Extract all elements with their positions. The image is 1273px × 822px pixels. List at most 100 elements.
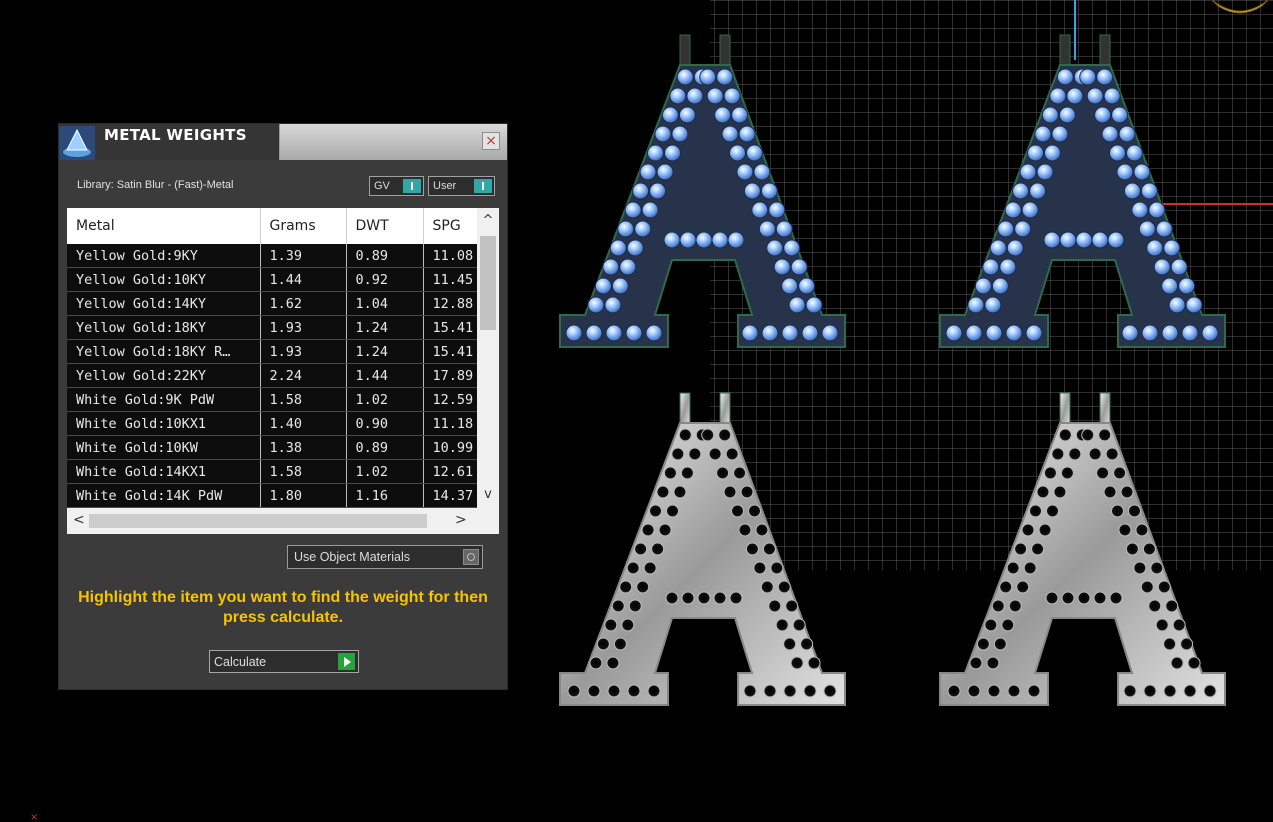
cell-dwt: 1.02 [346,387,424,412]
table-row[interactable]: Yellow Gold:22KY 2.24 1.44 17.89 [67,363,478,388]
stone-seat [647,684,661,698]
diamond-stone [999,258,1017,276]
diamond-stone [1125,144,1143,162]
stone-seat [1203,684,1217,698]
stone-seat [628,599,642,613]
stone-seat [723,485,737,499]
use-object-materials-option[interactable]: Use Object Materials [287,545,483,569]
diamond-stone [1148,201,1166,219]
stone-seat [587,684,601,698]
stone-seat [993,637,1007,651]
vertical-scroll-thumb[interactable] [480,236,496,330]
stone-seat [606,656,620,670]
column-header-spg[interactable]: SPG [423,208,478,244]
stone-seat [701,428,715,442]
panel-titlebar[interactable]: METAL WEIGHTS × [59,124,507,160]
stone-seat [611,599,625,613]
gv-toggle[interactable]: GV [369,176,424,196]
diamond-stone [1066,87,1084,105]
stone-seat [1014,542,1028,556]
stone-seat [762,542,776,556]
cell-dwt: 0.89 [346,435,424,460]
stone-seat [1125,542,1139,556]
cell-spg: 11.08 [423,244,478,268]
horizontal-scroll-thumb[interactable] [89,514,427,528]
diamond-stone [647,144,665,162]
use-object-materials-label: Use Object Materials [294,550,411,564]
stone-seat [770,561,784,575]
cell-spg: 17.89 [423,363,478,388]
diamond-stone [716,68,734,86]
stone-seat [1180,637,1194,651]
table-row[interactable]: Yellow Gold:9KY 1.39 0.89 11.08 [67,244,478,268]
column-header-grams[interactable]: Grams [260,208,347,244]
stone-seat [1143,684,1157,698]
cell-dwt: 0.90 [346,411,424,436]
table-row[interactable]: Yellow Gold:18KY R… 1.93 1.24 15.41 [67,339,478,364]
table-row[interactable]: White Gold:10KX1 1.40 0.90 11.18 [67,411,478,436]
stone-seat [651,542,665,556]
stone-seat [987,684,1001,698]
scroll-up-icon[interactable]: ^ [481,214,495,228]
cell-spg: 14.37 [423,483,478,508]
stone-seat [665,591,679,605]
stone-seat [1023,561,1037,575]
table-row[interactable]: White Gold:14K PdW 1.80 1.16 14.37 [67,483,478,508]
cell-grams: 1.44 [260,267,347,292]
cell-grams: 1.39 [260,244,347,268]
stone-seat [673,485,687,499]
diamond-stone [656,163,674,181]
table-row[interactable]: Yellow Gold:14KY 1.62 1.04 12.88 [67,291,478,316]
stone-seat [803,684,817,698]
diamond-stone [671,125,689,143]
stone-seat [671,447,685,461]
cell-metal: Yellow Gold:22KY [67,363,261,388]
stone-seat [969,656,983,670]
stone-seat [1096,466,1110,480]
diamond-stone [1044,144,1062,162]
table-row[interactable]: Yellow Gold:10KY 1.44 0.92 11.45 [67,267,478,292]
stone-seat [760,580,774,594]
diamond-stone [1029,182,1047,200]
cell-metal: White Gold:10KX1 [67,411,261,436]
toggle-switch-icon [474,179,492,193]
cell-metal: Yellow Gold:10KY [67,267,261,292]
table-row[interactable]: Yellow Gold:18KY 1.93 1.24 15.41 [67,315,478,340]
vertical-scrollbar[interactable]: ^ v [477,208,499,508]
diamond-stone [753,163,771,181]
stone-seat [1058,428,1072,442]
stone-seat [626,561,640,575]
diamond-stone [974,277,992,295]
table-row[interactable]: White Gold:10KW 1.38 0.89 10.99 [67,435,478,460]
calculate-button[interactable]: Calculate [209,650,359,673]
user-toggle[interactable]: User [428,176,495,196]
stone-seat [740,485,754,499]
column-header-metal[interactable]: Metal [67,208,261,244]
diamond-stone [761,324,779,342]
scroll-down-icon[interactable]: v [481,488,495,502]
diamond-stone [741,324,759,342]
diamond-stone [783,239,801,257]
cell-grams: 1.93 [260,315,347,340]
scroll-left-icon[interactable]: < [73,512,85,528]
bail-prong [1099,34,1111,68]
diamond-stone [1201,324,1219,342]
stone-seat [1142,542,1156,556]
scroll-right-icon[interactable]: > [455,512,467,528]
stone-seat [688,447,702,461]
close-button[interactable]: × [482,132,500,150]
stone-seat [1093,591,1107,605]
diamond-stone [669,87,687,105]
radio-icon[interactable] [463,549,479,565]
stone-seat [1113,466,1127,480]
horizontal-scrollbar[interactable]: < > [67,508,499,534]
diamond-stone [706,87,724,105]
cell-grams: 1.93 [260,339,347,364]
cell-dwt: 0.89 [346,244,424,268]
table-row[interactable]: White Gold:14KX1 1.58 1.02 12.61 [67,459,478,484]
diamond-stone [1178,277,1196,295]
stone-seat [1053,485,1067,499]
table-row[interactable]: White Gold:9K PdW 1.58 1.02 12.59 [67,387,478,412]
column-header-dwt[interactable]: DWT [346,208,424,244]
stone-seat [991,599,1005,613]
